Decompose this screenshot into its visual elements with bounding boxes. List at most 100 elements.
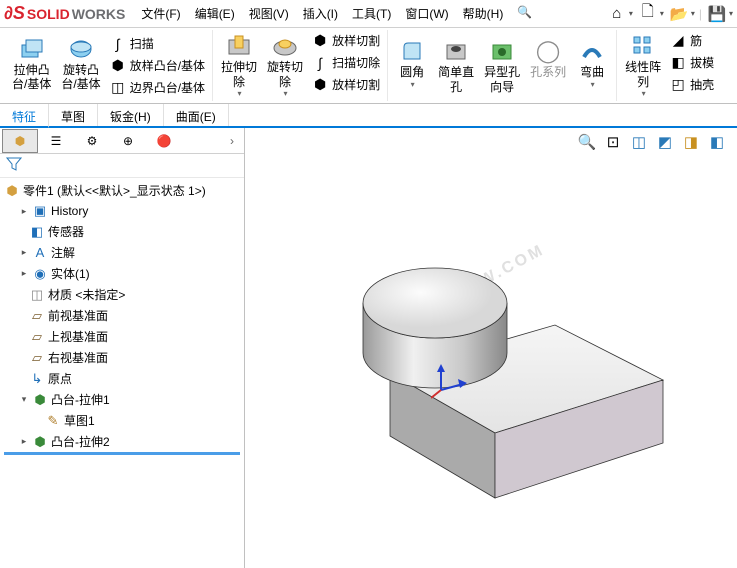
draft-button[interactable]: ◧拔模 [667, 52, 717, 73]
boundary-icon: ◫ [110, 80, 126, 96]
boundary-button[interactable]: ◫边界凸台/基体 [107, 77, 208, 98]
loft-cut-label: 放样切割 [332, 32, 380, 49]
tree-bodies[interactable]: ▸◉实体(1) [0, 263, 244, 284]
tree-bodies-label: 实体(1) [51, 265, 90, 282]
main-area: ⬢ ☰ ⚙ ⊕ 🔴 › ⬢零件1 (默认<<默认>_显示状态 1>) ▸▣His… [0, 128, 737, 568]
tree-right-plane[interactable]: ▱右视基准面 [0, 347, 244, 368]
tree-extrude1[interactable]: ▾⬢凸台-拉伸1 [0, 389, 244, 410]
ribbon-toolbar: 拉伸凸 台/基体 旋转凸 台/基体 ∫扫描 ⬢放样凸台/基体 ◫边界凸台/基体 … [0, 28, 737, 104]
menu-view[interactable]: 视图(V) [243, 2, 295, 25]
loft-cut-button[interactable]: ⬢放样切割 [309, 30, 383, 51]
new-document-icon[interactable]: 🗋 [637, 3, 659, 25]
plane-icon: ▱ [29, 350, 45, 366]
hole-wizard-icon [486, 37, 518, 65]
loft-cut2-button[interactable]: ⬢放样切割 [309, 74, 383, 95]
origin-triad-icon [431, 364, 467, 400]
loft-cut-icon: ⬢ [312, 33, 328, 49]
filter-icon[interactable] [6, 157, 22, 171]
tree-sensors-label: 传感器 [48, 223, 84, 240]
menu-edit[interactable]: 编辑(E) [189, 2, 241, 25]
property-tab[interactable]: ☰ [38, 129, 74, 153]
menu-insert[interactable]: 插入(I) [297, 2, 344, 25]
sweep-cut-label: 扫描切除 [332, 54, 380, 71]
loft-button[interactable]: ⬢放样凸台/基体 [107, 55, 208, 76]
graphics-viewport[interactable]: 🔍 ⊡ ◫ ◩ ◨ ◧ 软件自学网 WWW.RJZXW.COM [245, 128, 737, 568]
feature-tree-tab[interactable]: ⬢ [2, 129, 38, 153]
rib-button[interactable]: ◢筋 [667, 30, 717, 51]
tree-root[interactable]: ⬢零件1 (默认<<默认>_显示状态 1>) [0, 180, 244, 201]
material-icon: ◫ [29, 287, 45, 303]
revolve-cut-button[interactable]: 旋转切 除▾ [263, 30, 307, 100]
tree-extrude1-label: 凸台-拉伸1 [51, 391, 110, 408]
revolve-boss-button[interactable]: 旋转凸 台/基体 [57, 33, 104, 98]
expand-icon[interactable]: ▸ [19, 206, 29, 217]
dimxpert-tab[interactable]: ⊕ [110, 129, 146, 153]
target-icon: ⊕ [123, 134, 133, 148]
collapse-icon[interactable]: ▾ [19, 394, 29, 405]
tree-sketch1-label: 草图1 [64, 412, 95, 429]
tree-sketch1[interactable]: ✎草图1 [0, 410, 244, 431]
save-icon[interactable]: 💾 [706, 3, 728, 25]
menu-help[interactable]: 帮助(H) [457, 2, 510, 25]
shell-label: 抽壳 [690, 76, 714, 93]
tree-origin[interactable]: ↳原点 [0, 368, 244, 389]
extrude-cut-button[interactable]: 拉伸切 除▾ [217, 30, 261, 100]
sweep-cut-button[interactable]: ∫扫描切除 [309, 52, 383, 73]
fillet-button[interactable]: 圆角▾ [392, 35, 432, 96]
command-tabs: 特征 草图 钣金(H) 曲面(E) [0, 104, 737, 128]
extrude-boss-button[interactable]: 拉伸凸 台/基体 [8, 33, 55, 98]
hole-series-label: 孔系列 [530, 65, 566, 79]
loft-cut2-label: 放样切割 [332, 76, 380, 93]
draft-icon: ◧ [670, 55, 686, 71]
home-icon[interactable]: ⌂ [606, 3, 628, 25]
menu-file[interactable]: 文件(F) [135, 2, 186, 25]
hole-wizard-button[interactable]: 异型孔 向导 [480, 35, 524, 96]
bend-label: 弯曲 [580, 65, 604, 79]
extrude-cut-icon [223, 32, 255, 60]
tree-history[interactable]: ▸▣History [0, 201, 244, 221]
tree-material[interactable]: ◫材质 <未指定> [0, 284, 244, 305]
panel-more-button[interactable]: › [222, 134, 242, 148]
shell-button[interactable]: ◰抽壳 [667, 74, 717, 95]
extrude-cut-label: 拉伸切 除 [221, 60, 257, 89]
menu-window[interactable]: 窗口(W) [399, 2, 454, 25]
extrude-label: 拉伸凸 台/基体 [12, 63, 51, 92]
part-icon: ⬢ [15, 134, 25, 148]
logo-text-works: WORKS [72, 6, 126, 22]
menu-search-icon[interactable]: 🔍 [511, 2, 538, 25]
extrude-feature-icon: ⬢ [32, 392, 48, 408]
tree-front-plane[interactable]: ▱前视基准面 [0, 305, 244, 326]
linear-pattern-button[interactable]: 线性阵 列▾ [621, 30, 665, 100]
tab-feature[interactable]: 特征 [0, 104, 49, 128]
plane-icon: ▱ [29, 308, 45, 324]
sweep-label: 扫描 [130, 35, 154, 52]
bend-button[interactable]: 弯曲▾ [572, 35, 612, 96]
menu-tools[interactable]: 工具(T) [346, 2, 397, 25]
boundary-label: 边界凸台/基体 [130, 79, 205, 96]
tab-sketch[interactable]: 草图 [49, 104, 98, 126]
expand-icon[interactable]: ▸ [19, 247, 29, 258]
config-tab[interactable]: ⚙ [74, 129, 110, 153]
tree-extrude2[interactable]: ▸⬢凸台-拉伸2 [0, 431, 244, 452]
tab-surface[interactable]: 曲面(E) [164, 104, 229, 126]
rib-icon: ◢ [670, 33, 686, 49]
sensors-icon: ◧ [29, 224, 45, 240]
tab-sheetmetal[interactable]: 钣金(H) [98, 104, 164, 126]
linear-pattern-icon [627, 32, 659, 60]
tree-sensors[interactable]: ◧传感器 [0, 221, 244, 242]
draft-label: 拔模 [690, 54, 714, 71]
simple-hole-button[interactable]: 简单直 孔 [434, 35, 478, 96]
sweep-button[interactable]: ∫扫描 [107, 33, 208, 54]
annotations-icon: A [32, 245, 48, 260]
open-document-icon[interactable]: 📂 [668, 3, 690, 25]
hole-series-icon: ◯ [532, 37, 564, 65]
appearance-tab[interactable]: 🔴 [146, 129, 182, 153]
tree-annotations[interactable]: ▸A注解 [0, 242, 244, 263]
expand-icon[interactable]: ▸ [19, 268, 29, 279]
tree-rollback-bar[interactable] [4, 452, 240, 455]
revolve-cut-icon [269, 32, 301, 60]
expand-icon[interactable]: ▸ [19, 436, 29, 447]
tree-top-plane[interactable]: ▱上视基准面 [0, 326, 244, 347]
revolve-icon [65, 35, 97, 63]
extrude-icon [16, 35, 48, 63]
